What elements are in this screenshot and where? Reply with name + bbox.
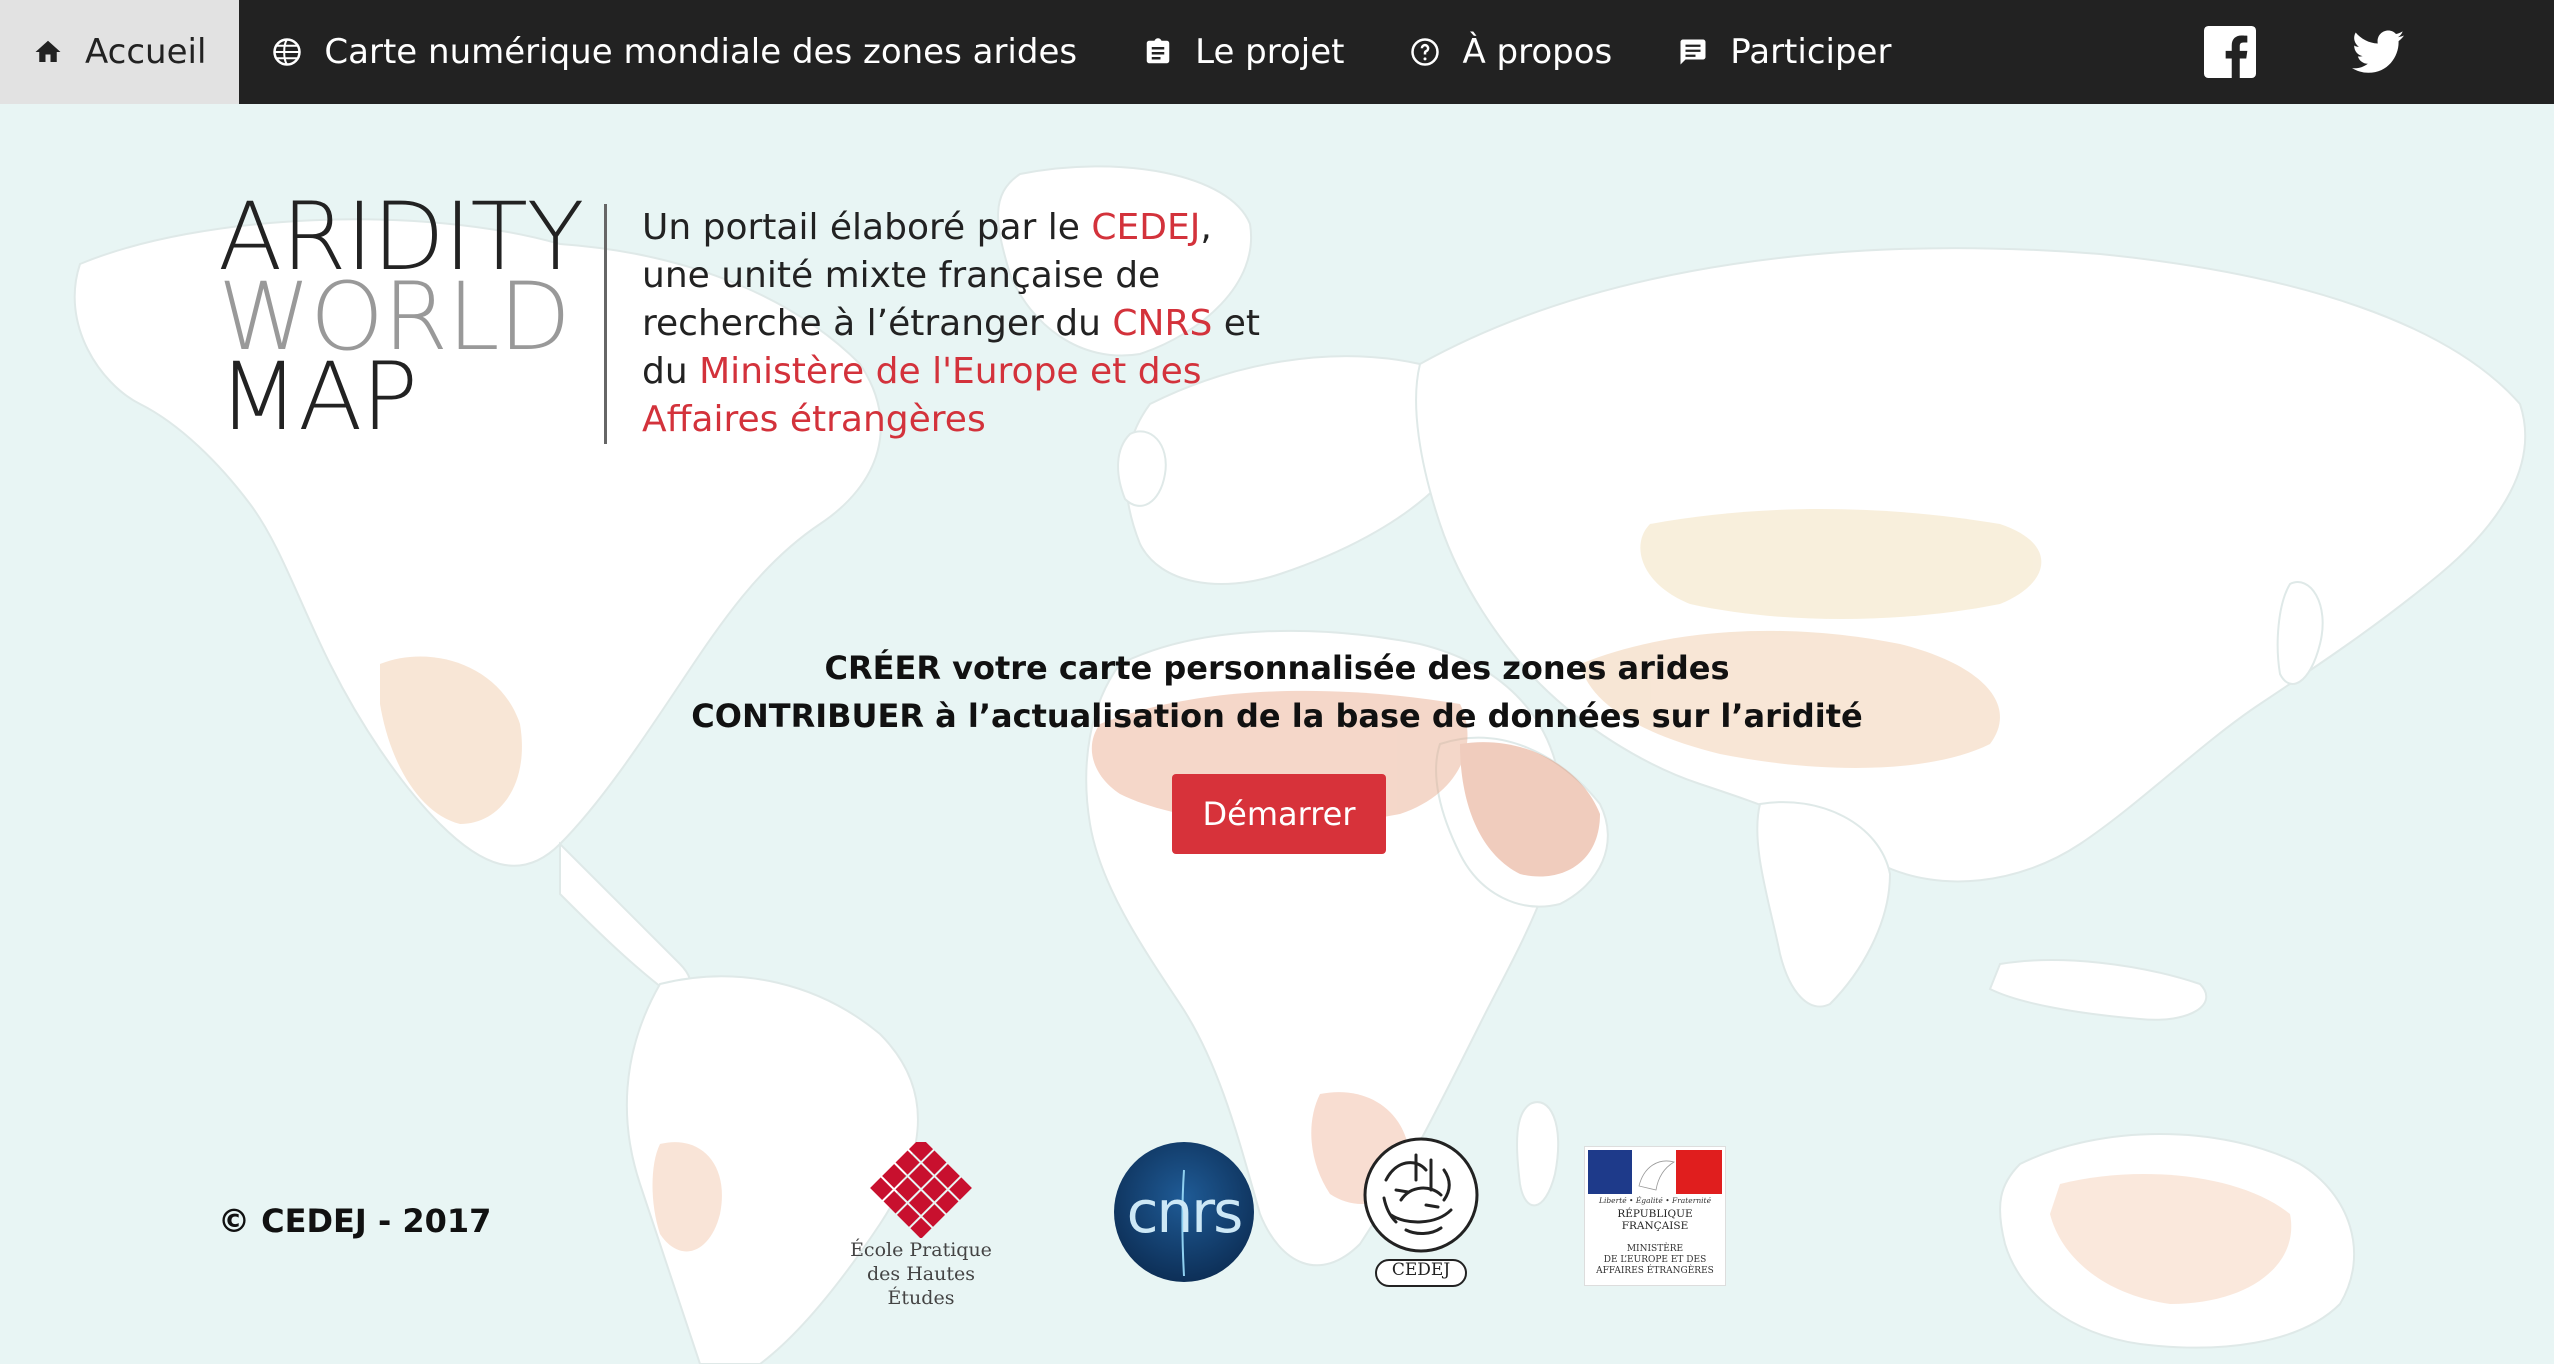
copyright: © CEDEJ - 2017 [218, 1202, 492, 1240]
clipboard-icon [1143, 37, 1173, 67]
ephe-name-line-2: des Hautes Études [867, 1263, 975, 1309]
cnrs-link[interactable]: CNRS [1112, 303, 1212, 344]
ephe-name-line-1: École Pratique [850, 1239, 992, 1261]
ministry-motto: Liberté • Égalité • Fraternité [1598, 1196, 1712, 1205]
start-button[interactable]: Démarrer [1172, 774, 1386, 854]
brand-divider [604, 204, 607, 444]
twitter-icon [2352, 30, 2404, 73]
ministry-name-line-2: DE L’EUROPE ET DES [1603, 1255, 1707, 1265]
home-icon [33, 37, 63, 67]
nav-label: Carte numérique mondiale des zones aride… [324, 32, 1078, 72]
facebook-icon [2204, 26, 2256, 78]
nav-label: Accueil [85, 32, 207, 72]
ephe-name: École Pratique des Hautes Études [836, 1238, 1006, 1310]
ephe-emblem [870, 1137, 972, 1239]
ministry-name-line-3: AFFAIRES ÉTRANGÈRES [1596, 1266, 1714, 1276]
twitter-link[interactable] [2348, 0, 2408, 104]
cnrs-logo[interactable]: cnrs [1112, 1140, 1256, 1284]
call-to-action: CRÉER votre carte personnalisée des zone… [0, 644, 2554, 740]
ministry-name-line-1: MINISTÈRE [1626, 1244, 1684, 1254]
cnrs-wordmark: cnrs [1126, 1178, 1244, 1246]
nav-item-accueil[interactable]: Accueil [0, 0, 240, 104]
ministry-name: MINISTÈRE DE L’EUROPE ET DES AFFAIRES ÉT… [1594, 1244, 1716, 1277]
ministry-republic: RÉPUBLIQUE FRANÇAISE [1617, 1208, 1693, 1232]
ministry-link[interactable]: Ministère de l'Europe et des Affaires ét… [642, 351, 1201, 440]
nav-item-participer[interactable]: Participer [1645, 0, 1924, 104]
cedej-label: CEDEJ [1391, 1260, 1451, 1280]
ministry-logo[interactable]: Liberté • Égalité • Fraternité RÉPUBLIQU… [1584, 1146, 1726, 1286]
comment-icon [1678, 37, 1708, 67]
nav-label: Participer [1730, 32, 1892, 72]
brand-title: ARIDITY WORLD MAP [218, 191, 584, 445]
nav-label: Le projet [1195, 32, 1345, 72]
cta-line-create: CRÉER votre carte personnalisée des zone… [824, 649, 1730, 687]
cedej-link[interactable]: CEDEJ [1091, 207, 1200, 248]
nav-label: À propos [1462, 32, 1613, 72]
facebook-link[interactable] [2200, 0, 2260, 104]
intro-text-1: Un portail élaboré par le [642, 207, 1092, 248]
cta-line-contribute: CONTRIBUER à l’actualisation de la base … [691, 697, 1863, 735]
intro-text: Un portail élaboré par le CEDEJ, une uni… [642, 204, 1262, 444]
help-circle-icon [1410, 37, 1440, 67]
ephe-logo[interactable]: École Pratique des Hautes Études [836, 1137, 1006, 1309]
nav-item-carte[interactable]: Carte numérique mondiale des zones aride… [239, 0, 1110, 104]
marianne-flag-emblem [1588, 1150, 1722, 1194]
globe-icon [272, 37, 302, 67]
cedej-logo[interactable]: CEDEJ [1356, 1130, 1486, 1295]
nav-item-apropos[interactable]: À propos [1377, 0, 1645, 104]
nav-item-projet[interactable]: Le projet [1110, 0, 1377, 104]
top-navigation: Accueil Carte numérique mondiale des zon… [0, 0, 2554, 104]
cedej-calligraphy-emblem [1363, 1137, 1479, 1253]
